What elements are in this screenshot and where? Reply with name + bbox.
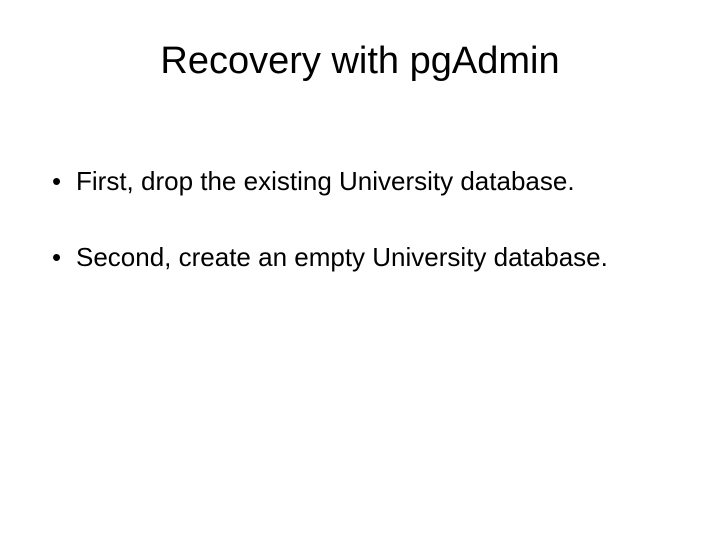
bullet-list: First, drop the existing University data… [50,163,670,276]
bullet-item: First, drop the existing University data… [50,163,670,199]
slide-title: Recovery with pgAdmin [50,40,670,83]
bullet-item: Second, create an empty University datab… [50,239,670,275]
